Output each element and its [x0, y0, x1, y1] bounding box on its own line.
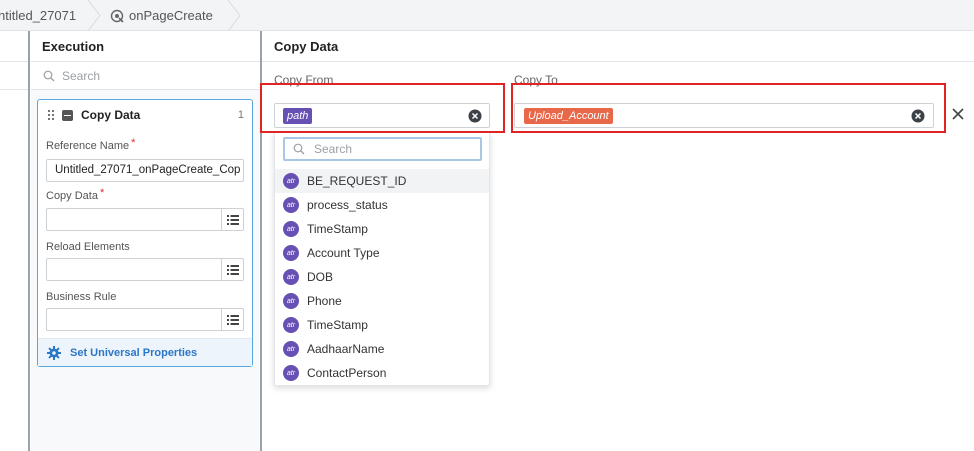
chevron-separator-icon — [227, 0, 241, 31]
reload-elements-label: Reload Elements — [46, 241, 130, 253]
collapse-icon[interactable] — [62, 109, 73, 121]
option-label: ContactPerson — [307, 366, 387, 380]
search-icon — [43, 70, 55, 81]
panel-title: Copy Data — [262, 31, 974, 62]
breadcrumb-item-label: ntitled_27071 — [0, 8, 77, 23]
attribute-badge-icon: atr — [283, 365, 299, 381]
option-label: TimeStamp — [307, 222, 368, 236]
option-label: DOB — [307, 270, 334, 284]
card-index: 1 — [237, 109, 244, 121]
breadcrumb-item-page[interactable]: ntitled_27071 — [0, 0, 98, 31]
left-strip-header — [0, 31, 29, 62]
attribute-badge-icon: atr — [283, 173, 299, 189]
attribute-dropdown: Search atr BE_REQUEST_ID atr process_sta… — [274, 132, 490, 386]
attribute-badge-icon: atr — [283, 293, 299, 309]
option-label: Phone — [307, 294, 342, 308]
dropdown-option[interactable]: atr Account Type — [275, 241, 489, 265]
dropdown-option[interactable]: atr AadhaarName — [275, 337, 489, 361]
dropdown-option[interactable]: atr Phone — [275, 289, 489, 313]
dropdown-option[interactable]: atr BE_REQUEST_ID — [275, 169, 489, 193]
execution-search-input[interactable]: Search — [31, 62, 260, 90]
card-title: Copy Data — [81, 108, 141, 122]
attribute-badge-icon: atr — [283, 221, 299, 237]
option-label: Account Type — [307, 246, 380, 260]
attribute-badge-icon: atr — [283, 317, 299, 333]
breadcrumb-item-label: onPageCreate — [129, 8, 213, 23]
attribute-badge-icon: atr — [283, 341, 299, 357]
option-label: TimeStamp — [307, 318, 368, 332]
list-icon[interactable] — [221, 209, 243, 230]
attribute-badge-icon: atr — [283, 245, 299, 261]
business-rule-label: Business Rule — [46, 291, 117, 303]
dropdown-option[interactable]: atr process_status — [275, 193, 489, 217]
option-label: BE_REQUEST_ID — [307, 174, 407, 188]
dropdown-option[interactable]: atr TimeStamp — [275, 313, 489, 337]
gear-icon — [47, 345, 61, 360]
list-icon[interactable] — [221, 259, 243, 280]
attribute-badge-icon: atr — [283, 269, 299, 285]
chevron-separator-icon — [87, 0, 101, 31]
search-placeholder: Search — [62, 68, 101, 83]
search-placeholder: Search — [314, 142, 353, 156]
dropdown-list: atr BE_REQUEST_ID atr process_status atr… — [275, 169, 489, 385]
set-universal-properties-button[interactable]: Set Universal Properties — [38, 338, 252, 366]
option-label: process_status — [307, 198, 388, 212]
set-universal-properties-label: Set Universal Properties — [70, 346, 198, 359]
option-label: AadhaarName — [307, 342, 385, 356]
dropdown-option[interactable]: atr ContactPerson — [275, 361, 489, 385]
left-panel-strip — [0, 31, 29, 451]
highlight-box-copy-from — [260, 83, 505, 133]
dropdown-option[interactable]: atr DOB — [275, 265, 489, 289]
execution-panel: Execution Search Copy Data 1 Reference N… — [31, 31, 260, 451]
list-icon[interactable] — [221, 309, 243, 330]
panel-divider[interactable] — [28, 31, 30, 451]
left-strip-row — [0, 62, 29, 90]
reference-name-input[interactable]: Untitled_27071_onPageCreate_Cop — [46, 159, 244, 182]
card-header: Copy Data 1 — [38, 100, 252, 130]
panel-title: Execution — [31, 31, 260, 62]
copy-data-label: Copy Data * — [46, 187, 105, 202]
search-icon — [293, 143, 305, 155]
copy-data-input[interactable] — [46, 208, 244, 231]
drag-handle-icon[interactable] — [47, 109, 55, 121]
business-rule-input[interactable] — [46, 308, 244, 331]
attribute-badge-icon: atr — [283, 197, 299, 213]
reload-elements-input[interactable] — [46, 258, 244, 281]
copy-data-card[interactable]: Copy Data 1 Reference Name * Untitled_270… — [37, 99, 253, 367]
copy-data-panel: Copy Data Copy From Copy To path Upload_… — [260, 31, 974, 451]
activity-icon — [110, 9, 124, 23]
dropdown-option[interactable]: atr TimeStamp — [275, 217, 489, 241]
dropdown-search-input[interactable]: Search — [283, 137, 482, 161]
breadcrumb: ntitled_27071 onPageCreate — [0, 0, 974, 31]
reference-name-label: Reference Name * — [46, 137, 136, 152]
breadcrumb-item-event[interactable]: onPageCreate — [110, 0, 238, 31]
close-icon[interactable] — [951, 107, 965, 121]
highlight-box-copy-to — [511, 83, 946, 133]
